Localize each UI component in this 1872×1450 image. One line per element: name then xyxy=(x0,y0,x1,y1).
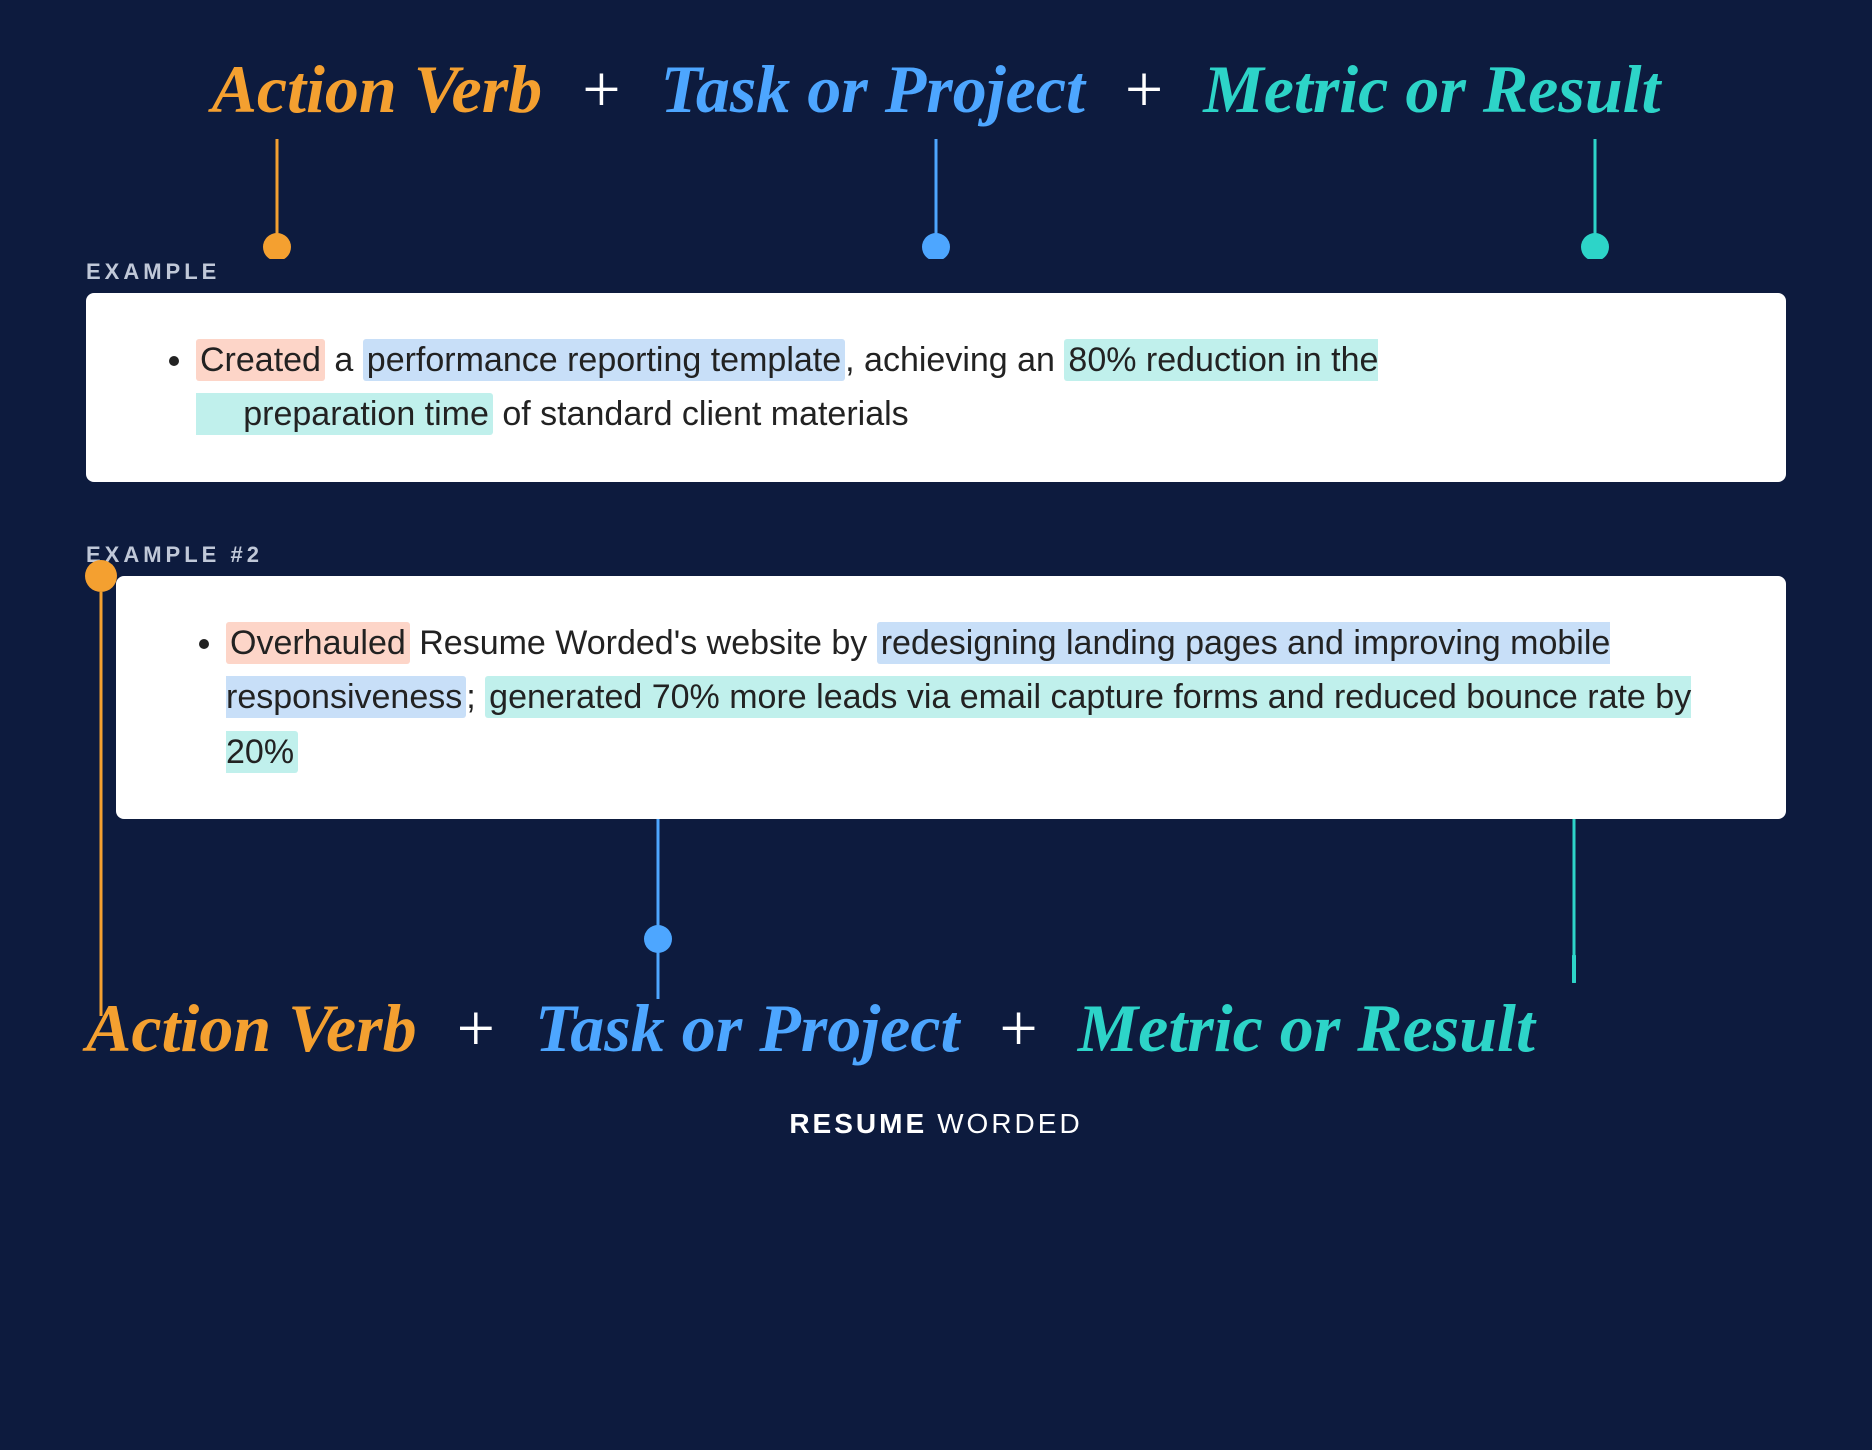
example1-text-c: of standard client materials xyxy=(493,395,909,433)
plus-1-top: + xyxy=(582,50,620,129)
metric-label-bottom: Metric or Result xyxy=(1078,989,1535,1068)
example1-text: Created a performance reporting template… xyxy=(166,333,1726,442)
brand-worded: WORDED xyxy=(937,1108,1083,1139)
example2-text: Overhauled Resume Worded's website by re… xyxy=(196,616,1726,779)
example2-box: Overhauled Resume Worded's website by re… xyxy=(116,576,1786,819)
example2-text-a: Resume Worded's website by xyxy=(410,624,877,662)
example2-text-b: ; xyxy=(466,678,485,716)
plus-2-bottom: + xyxy=(999,989,1037,1068)
orange-line-left xyxy=(76,556,126,1056)
example2-action-highlight: Overhauled xyxy=(226,622,410,664)
action-verb-label-bottom: Action Verb xyxy=(86,989,417,1068)
example1-action-highlight: Created xyxy=(196,339,325,381)
example1-section: EXAMPLE Created a performance reporting … xyxy=(86,139,1786,482)
blue-line-box2 xyxy=(656,819,660,1019)
example1-bullet: Created a performance reporting template… xyxy=(196,333,1726,442)
top-header-row: Action Verb + Task or Project + Metric o… xyxy=(86,50,1786,129)
plus-1-bottom: + xyxy=(457,989,495,1068)
task-label-bottom: Task or Project xyxy=(535,989,959,1068)
connector-svg-1 xyxy=(86,139,1786,259)
bottom-header-row: Action Verb + Task or Project + Metric o… xyxy=(86,989,1786,1068)
brand-resume: RESUME xyxy=(789,1108,927,1139)
connector-area-bottom xyxy=(86,829,1786,979)
example2-section: EXAMPLE #2 Overhauled Resume Worded's we… xyxy=(86,542,1786,1068)
example2-wrapper: Overhauled Resume Worded's website by re… xyxy=(86,576,1786,819)
example2-label: EXAMPLE #2 xyxy=(86,542,1786,568)
example1-box: Created a performance reporting template… xyxy=(86,293,1786,482)
example1-text-b: , achieving an xyxy=(845,341,1064,379)
example2-bullet: Overhauled Resume Worded's website by re… xyxy=(226,616,1726,779)
brand-footer: RESUME WORDED xyxy=(789,1108,1082,1140)
action-verb-label-top: Action Verb xyxy=(212,50,543,129)
teal-line-box2 xyxy=(1572,819,1576,989)
example1-text-a: a xyxy=(334,341,362,379)
metric-label-top: Metric or Result xyxy=(1203,50,1660,129)
connector-area-1 xyxy=(86,139,1786,259)
example1-label: EXAMPLE xyxy=(86,259,1786,285)
plus-2-top: + xyxy=(1125,50,1163,129)
task-label-top: Task or Project xyxy=(661,50,1085,129)
example1-task-highlight: performance reporting template xyxy=(363,339,845,381)
